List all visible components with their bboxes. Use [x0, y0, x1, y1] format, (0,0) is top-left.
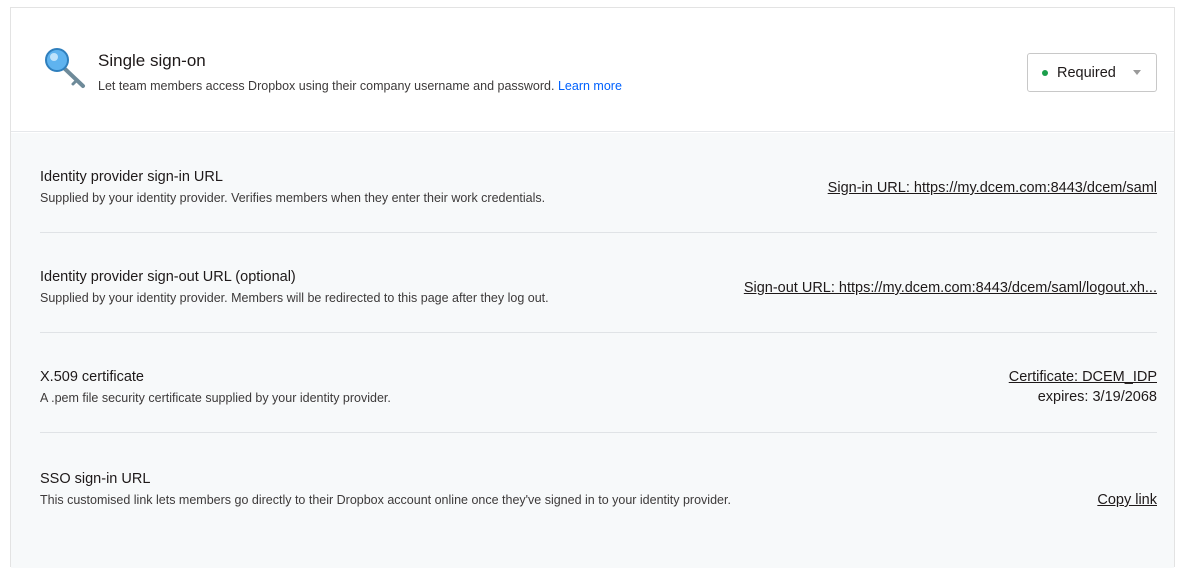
signin-url-link[interactable]: Sign-in URL: https://my.dcem.com:8443/dc… [828, 180, 1157, 196]
sso-status-dropdown[interactable]: Required [1027, 53, 1157, 92]
sso-description: Let team members access Dropbox using th… [98, 79, 622, 93]
sso-settings-list: Identity provider sign-in URL Supplied b… [11, 133, 1174, 568]
learn-more-link[interactable]: Learn more [558, 79, 622, 93]
row-title: Identity provider sign-out URL (optional… [40, 269, 296, 285]
chevron-down-icon [1133, 70, 1141, 75]
row-title: Identity provider sign-in URL [40, 169, 223, 185]
sso-settings-panel: Single sign-on Let team members access D… [10, 7, 1175, 568]
certificate-link[interactable]: Certificate: DCEM_IDP [1009, 369, 1157, 385]
page-title: Single sign-on [98, 51, 206, 70]
setting-row-signout-url: Identity provider sign-out URL (optional… [40, 233, 1157, 333]
row-title: X.509 certificate [40, 369, 144, 385]
sso-header: Single sign-on Let team members access D… [11, 8, 1174, 132]
setting-row-signin-url: Identity provider sign-in URL Supplied b… [40, 133, 1157, 233]
row-title: SSO sign-in URL [40, 471, 151, 487]
status-dot-icon [1042, 69, 1048, 76]
key-magnifier-icon [45, 48, 85, 88]
sso-description-text: Let team members access Dropbox using th… [98, 79, 555, 93]
certificate-expiry: expires: 3/19/2068 [1037, 389, 1157, 405]
status-dropdown-label: Required [1057, 64, 1116, 81]
copy-link-button[interactable]: Copy link [1097, 492, 1157, 508]
row-description: This customised link lets members go dir… [40, 493, 731, 507]
signout-url-link[interactable]: Sign-out URL: https://my.dcem.com:8443/d… [744, 280, 1157, 296]
setting-row-certificate: X.509 certificate A .pem file security c… [40, 333, 1157, 433]
row-description: A .pem file security certificate supplie… [40, 391, 391, 405]
setting-row-sso-signin-url: SSO sign-in URL This customised link let… [40, 433, 1157, 533]
row-description: Supplied by your identity provider. Veri… [40, 191, 546, 205]
row-description: Supplied by your identity provider. Memb… [40, 291, 549, 305]
